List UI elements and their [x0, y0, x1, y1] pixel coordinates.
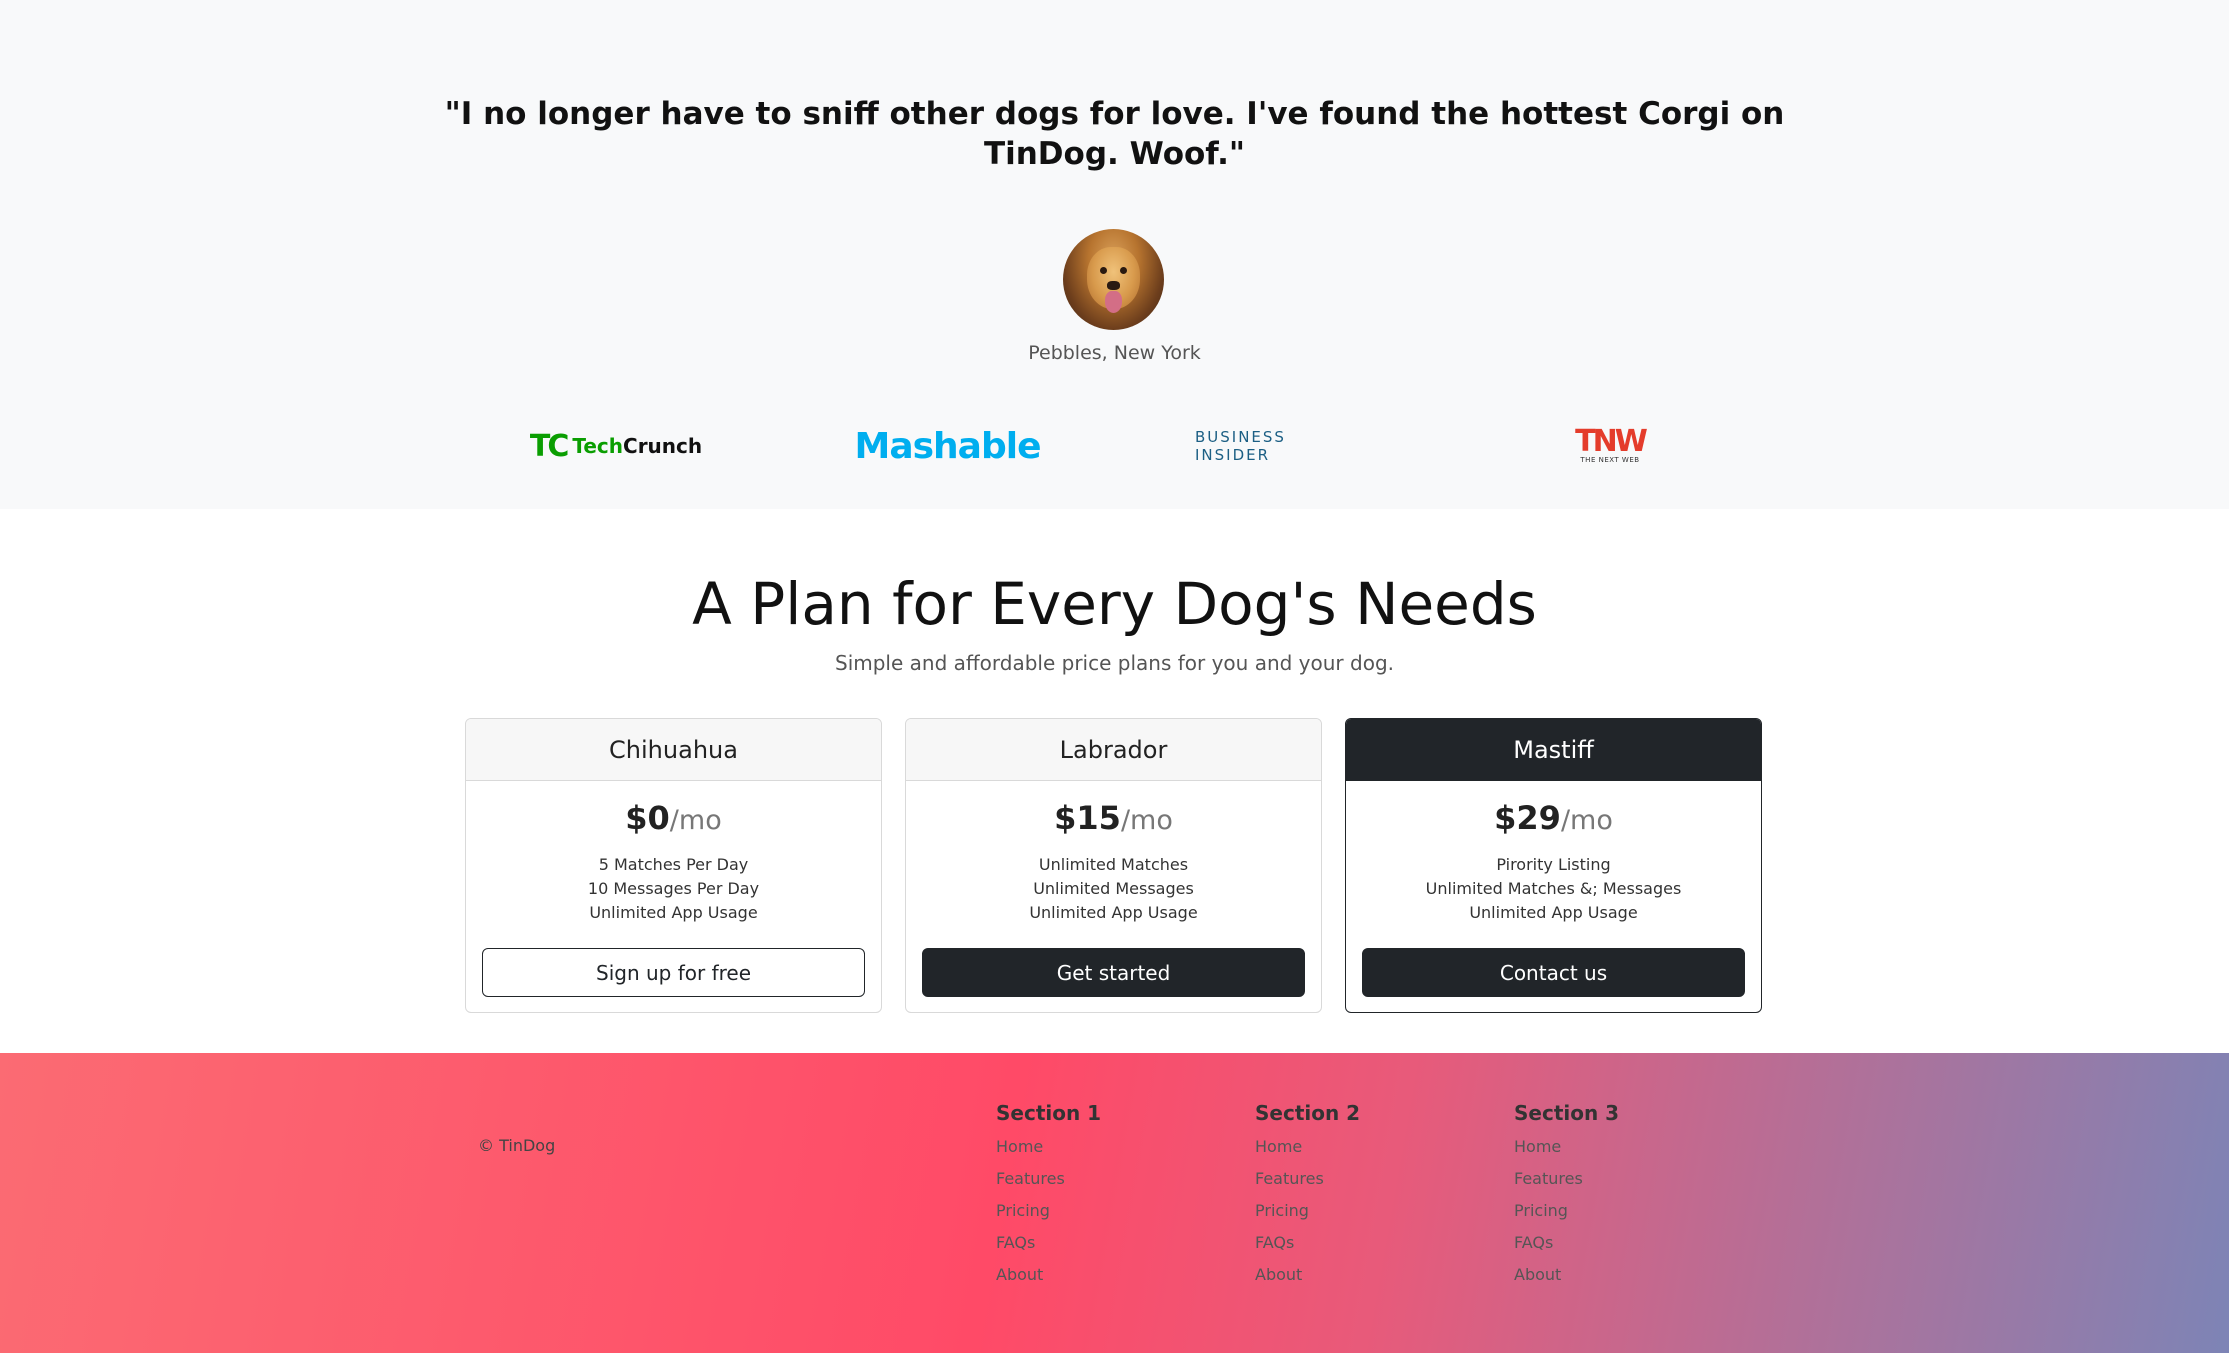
plan-price-period: /mo [669, 805, 722, 836]
plan-name: Chihuahua [466, 719, 881, 781]
techcrunch-tech: Tech [572, 434, 624, 458]
footer-link-pricing[interactable]: Pricing [1255, 1195, 1360, 1227]
plan-price-amount: $15 [1054, 799, 1121, 837]
footer-link-pricing[interactable]: Pricing [996, 1195, 1101, 1227]
footer-link-pricing[interactable]: Pricing [1514, 1195, 1619, 1227]
get-started-button[interactable]: Get started [922, 948, 1305, 997]
plan-name: Mastiff [1346, 719, 1761, 781]
footer-link-about[interactable]: About [1255, 1259, 1360, 1291]
dog-nose [1107, 281, 1120, 290]
plan-feature: Pirority Listing [1496, 855, 1611, 874]
testimonial-section: "I no longer have to sniff other dogs fo… [0, 0, 2229, 509]
plan-card-labrador: Labrador $15/mo Unlimited Matches Unlimi… [905, 718, 1322, 1013]
dog-eye-right [1120, 267, 1127, 274]
tnw-logo-text: THE NEXT WEB [1580, 456, 1640, 464]
plan-price: $29/mo [1346, 799, 1761, 839]
footer-link-features[interactable]: Features [1255, 1163, 1360, 1195]
plan-price-amount: $0 [625, 799, 670, 837]
footer-link-faqs[interactable]: FAQs [996, 1227, 1101, 1259]
footer-section-2: Section 2 Home Features Pricing FAQs Abo… [1255, 1101, 1360, 1291]
tnw-logo-mark: TNW [1575, 424, 1648, 459]
footer-link-home[interactable]: Home [1255, 1131, 1360, 1163]
plan-feature: 5 Matches Per Day [598, 855, 749, 874]
footer-link-home[interactable]: Home [996, 1131, 1101, 1163]
plan-feature: Unlimited Matches [1038, 855, 1189, 874]
testimonial-caption: Pebbles, New York [1028, 342, 1201, 364]
plan-feature: Unlimited App Usage [589, 903, 758, 922]
dog-avatar [1063, 229, 1164, 330]
plan-card-chihuahua: Chihuahua $0/mo 5 Matches Per Day 10 Mes… [465, 718, 882, 1013]
pricing-title: A Plan for Every Dog's Needs [692, 570, 1537, 638]
footer-link-faqs[interactable]: FAQs [1514, 1227, 1619, 1259]
sign-up-free-button[interactable]: Sign up for free [482, 948, 865, 997]
testimonial-quote: "I no longer have to sniff other dogs fo… [444, 96, 1785, 172]
techcrunch-crunch: Crunch [623, 434, 703, 458]
contact-us-button[interactable]: Contact us [1362, 948, 1745, 997]
dog-eye-left [1100, 267, 1107, 274]
footer-section-1: Section 1 Home Features Pricing FAQs Abo… [996, 1101, 1101, 1291]
footer-section-3: Section 3 Home Features Pricing FAQs Abo… [1514, 1101, 1619, 1291]
footer-link-features[interactable]: Features [996, 1163, 1101, 1195]
plan-features: 5 Matches Per Day 10 Messages Per Day Un… [466, 853, 881, 925]
pricing-subtitle: Simple and affordable price plans for yo… [835, 651, 1394, 675]
dog-tongue [1105, 291, 1122, 313]
footer-link-home[interactable]: Home [1514, 1131, 1619, 1163]
plan-price-period: /mo [1120, 805, 1173, 836]
footer-section-title: Section 1 [996, 1101, 1102, 1125]
plan-feature: 10 Messages Per Day [587, 879, 760, 898]
plan-features: Pirority Listing Unlimited Matches &; Me… [1346, 853, 1761, 925]
plan-feature: Unlimited App Usage [1029, 903, 1198, 922]
plan-feature: Unlimited Messages [1033, 879, 1194, 898]
plan-name: Labrador [906, 719, 1321, 781]
footer-section-title: Section 2 [1255, 1101, 1361, 1125]
plan-features: Unlimited Matches Unlimited Messages Unl… [906, 853, 1321, 925]
techcrunch-mark: TC [529, 428, 570, 464]
plan-feature: Unlimited App Usage [1469, 903, 1638, 922]
footer-link-features[interactable]: Features [1514, 1163, 1619, 1195]
plan-price-amount: $29 [1494, 799, 1561, 837]
tnw-logo: TNW THE NEXT WEB [1565, 420, 1655, 472]
footer-link-about[interactable]: About [996, 1259, 1101, 1291]
footer: © TinDog Section 1 Home Features Pricing… [0, 1053, 2229, 1353]
plan-feature: Unlimited Matches &; Messages [1425, 879, 1682, 898]
footer-section-title: Section 3 [1514, 1101, 1620, 1125]
plan-price: $0/mo [466, 799, 881, 839]
business-insider-logo: BUSINESS INSIDER [1195, 428, 1286, 464]
plan-price: $15/mo [906, 799, 1321, 839]
plan-card-mastiff: Mastiff $29/mo Pirority Listing Unlimite… [1345, 718, 1762, 1013]
plan-price-period: /mo [1560, 805, 1613, 836]
techcrunch-logo: TC Tech Crunch [530, 420, 702, 472]
footer-link-about[interactable]: About [1514, 1259, 1619, 1291]
footer-link-faqs[interactable]: FAQs [1255, 1227, 1360, 1259]
mashable-logo: Mashable [854, 425, 1042, 467]
copyright: © TinDog [478, 1136, 556, 1155]
